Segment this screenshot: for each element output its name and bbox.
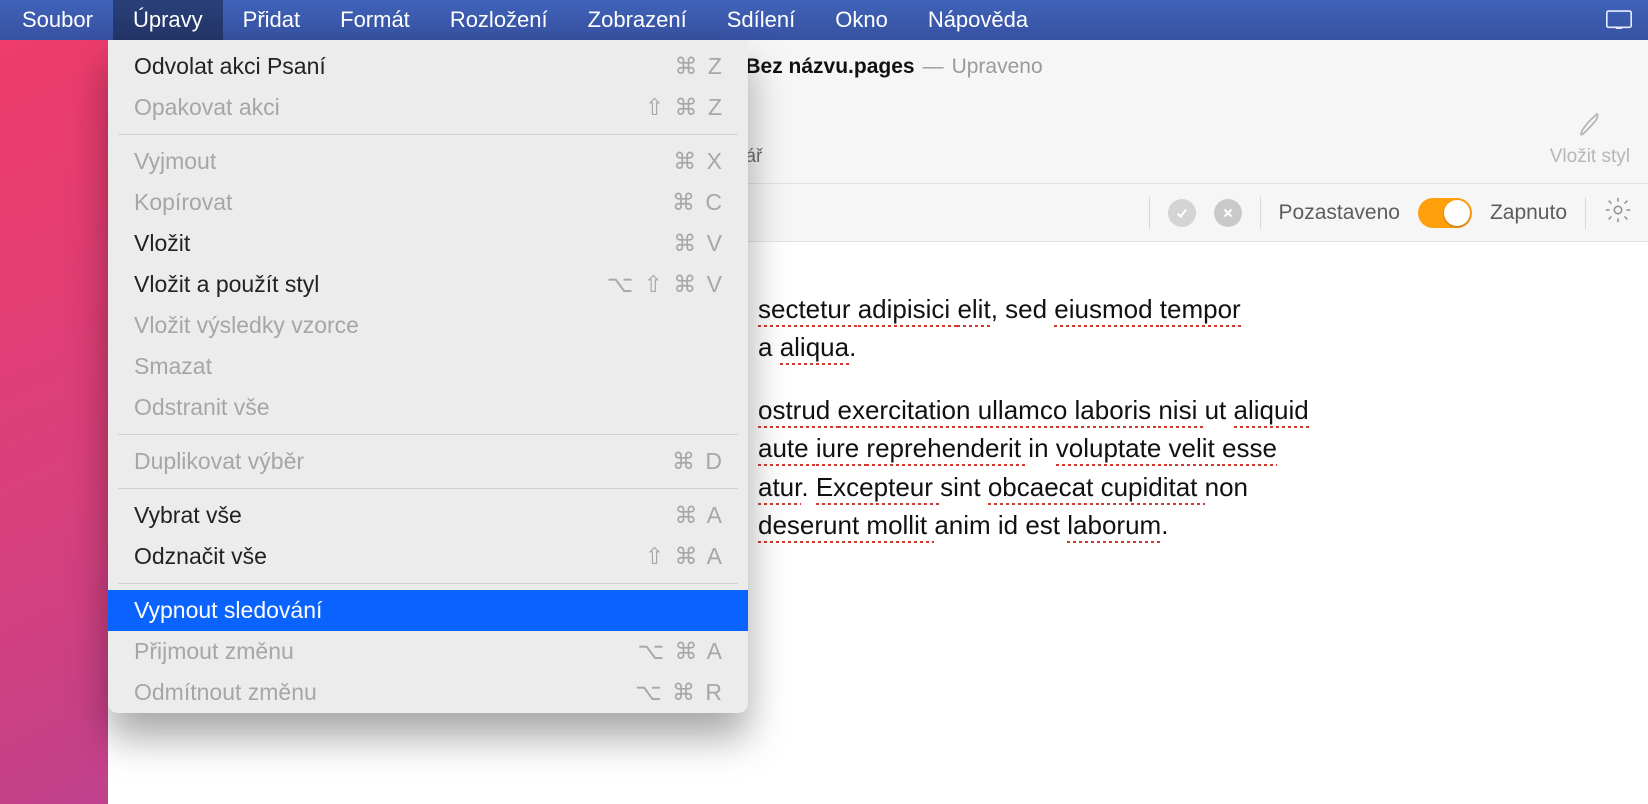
menu-sdílení[interactable]: Sdílení bbox=[707, 0, 816, 40]
menu-item-shortcut: ⌘ A bbox=[675, 502, 724, 529]
menu-úpravy[interactable]: Úpravy bbox=[113, 0, 223, 40]
menu-item: Kopírovat ⌘ C bbox=[108, 182, 748, 223]
menu-item: Odmítnout změnu ⌥ ⌘ R bbox=[108, 672, 748, 713]
menu-item[interactable]: Vybrat vše ⌘ A bbox=[108, 495, 748, 536]
menu-item-label: Odznačit vše bbox=[134, 543, 267, 570]
toolbar-paste-style-button[interactable]: Vložit styl bbox=[1550, 110, 1630, 168]
menu-item-label: Vložit výsledky vzorce bbox=[134, 312, 359, 339]
menu-item-label: Vybrat vše bbox=[134, 502, 242, 529]
menu-item-shortcut: ⌘ Z bbox=[675, 53, 724, 80]
menu-item-label: Vyjmout bbox=[134, 148, 216, 175]
menu-item-label: Přijmout změnu bbox=[134, 638, 294, 665]
menu-item-label: Vložit bbox=[134, 230, 190, 257]
menu-item-label: Vypnout sledování bbox=[134, 597, 322, 624]
menu-zobrazení[interactable]: Zobrazení bbox=[568, 0, 707, 40]
paragraph-1[interactable]: sectetur adipisici elit, sed eiusmod tem… bbox=[758, 290, 1588, 367]
divider bbox=[1585, 197, 1586, 229]
menu-separator bbox=[118, 134, 738, 135]
edit-menu-dropdown: Odvolat akci Psaní ⌘ Z Opakovat akci ⇧ ⌘ Z V… bbox=[108, 40, 748, 713]
accept-change-icon[interactable] bbox=[1168, 199, 1196, 227]
menu-separator bbox=[118, 488, 738, 489]
menu-item-label: Smazat bbox=[134, 353, 212, 380]
gear-icon[interactable] bbox=[1604, 196, 1632, 230]
menu-item-label: Odstranit vše bbox=[134, 394, 270, 421]
menu-item-shortcut: ⇧ ⌘ Z bbox=[645, 94, 724, 121]
menu-item-shortcut: ⌘ C bbox=[672, 189, 724, 216]
menu-item-shortcut: ⌘ X bbox=[673, 148, 724, 175]
menu-item-label: Odvolat akci Psaní bbox=[134, 53, 326, 80]
menu-item-label: Kopírovat bbox=[134, 189, 232, 216]
menu-item: Přijmout změnu ⌥ ⌘ A bbox=[108, 631, 748, 672]
menu-item[interactable]: Vypnout sledování bbox=[108, 590, 748, 631]
menu-item-shortcut: ⌥ ⌘ R bbox=[635, 679, 724, 706]
menu-separator bbox=[118, 583, 738, 584]
tracking-toggle[interactable] bbox=[1418, 198, 1472, 228]
menu-nápověda[interactable]: Nápověda bbox=[908, 0, 1048, 40]
document-name: Bez názvu.pages bbox=[745, 55, 914, 79]
menu-item-label: Opakovat akci bbox=[134, 94, 280, 121]
titlebar-separator: — bbox=[923, 55, 944, 79]
menu-item-shortcut: ⌘ D bbox=[672, 448, 724, 475]
display-icon[interactable] bbox=[1606, 9, 1646, 31]
divider bbox=[1260, 197, 1261, 229]
reject-change-icon[interactable] bbox=[1214, 199, 1242, 227]
menu-item: Vyjmout ⌘ X bbox=[108, 141, 748, 182]
menu-item-label: Odmítnout změnu bbox=[134, 679, 317, 706]
menu-item: Vložit výsledky vzorce bbox=[108, 305, 748, 346]
menu-item: Opakovat akci ⇧ ⌘ Z bbox=[108, 87, 748, 128]
menu-soubor[interactable]: Soubor bbox=[2, 0, 113, 40]
brush-icon bbox=[1575, 110, 1605, 140]
toolbar-label: Vložit styl bbox=[1550, 146, 1630, 168]
menu-item-shortcut: ⇧ ⌘ A bbox=[645, 543, 724, 570]
menu-item-shortcut: ⌥ ⇧ ⌘ V bbox=[607, 271, 724, 298]
menu-item-label: Vložit a použít styl bbox=[134, 271, 319, 298]
menu-item[interactable]: Vložit ⌘ V bbox=[108, 223, 748, 264]
menu-formát[interactable]: Formát bbox=[320, 0, 430, 40]
menu-okno[interactable]: Okno bbox=[815, 0, 908, 40]
menu-item[interactable]: Odvolat akci Psaní ⌘ Z bbox=[108, 46, 748, 87]
menu-item: Smazat bbox=[108, 346, 748, 387]
tracking-paused-label: Pozastaveno bbox=[1279, 201, 1400, 225]
tracking-on-label: Zapnuto bbox=[1490, 201, 1567, 225]
menu-item[interactable]: Odznačit vše ⇧ ⌘ A bbox=[108, 536, 748, 577]
divider bbox=[1149, 197, 1150, 229]
menu-item-shortcut: ⌥ ⌘ A bbox=[638, 638, 724, 665]
menu-separator bbox=[118, 434, 738, 435]
menu-item: Duplikovat výběr ⌘ D bbox=[108, 441, 748, 482]
document-state: Upraveno bbox=[952, 55, 1043, 79]
menu-rozložení[interactable]: Rozložení bbox=[430, 0, 568, 40]
menu-přidat[interactable]: Přidat bbox=[223, 0, 320, 40]
menu-item-label: Duplikovat výběr bbox=[134, 448, 304, 475]
system-menubar: SouborÚpravyPřidatFormátRozloženíZobraze… bbox=[0, 0, 1648, 40]
paragraph-2[interactable]: ostrud exercitation ullamco laboris nisi… bbox=[758, 391, 1588, 545]
menu-item: Odstranit vše bbox=[108, 387, 748, 428]
menu-item-shortcut: ⌘ V bbox=[673, 230, 724, 257]
menu-item[interactable]: Vložit a použít styl ⌥ ⇧ ⌘ V bbox=[108, 264, 748, 305]
